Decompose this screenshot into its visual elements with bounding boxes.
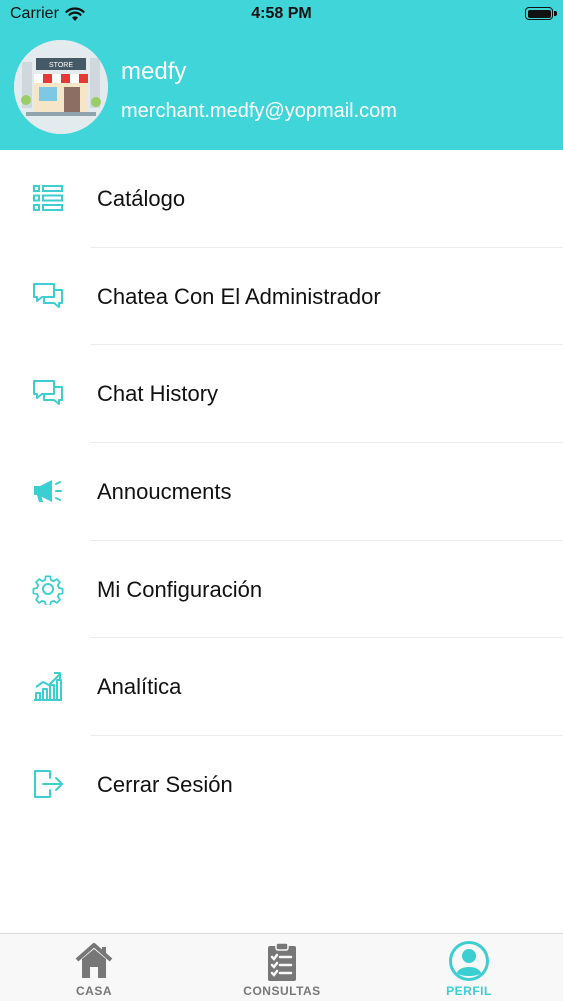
list-icon [33,185,63,211]
tab-label: PERFIL [446,984,492,998]
menu-item-label: Cerrar Sesión [97,772,233,798]
menu-item-chat-admin[interactable]: Chatea Con El Administrador [0,248,563,346]
tab-consultas[interactable]: CONSULTAS [188,934,376,1001]
analytics-icon [34,672,62,702]
battery-icon [525,7,557,20]
menu-item-announcements[interactable]: Annoucments [0,443,563,541]
avatar[interactable]: STORE [14,40,108,134]
tab-home[interactable]: CASA [0,934,188,1001]
menu-item-logout[interactable]: Cerrar Sesión [0,736,563,834]
megaphone-icon [34,480,62,503]
gear-icon [32,575,64,605]
profile-header: STORE medfy merchant.medfy@yopmail.com [0,30,563,150]
menu-item-label: Annoucments [97,479,232,505]
chat-icon [33,282,63,308]
store-icon: STORE [14,40,108,134]
menu-list: Catálogo Chatea Con El Administrador Cha… [0,150,563,834]
status-bar: Carrier 4:58 PM [0,0,563,30]
status-time: 4:58 PM [251,5,312,22]
tab-bar: CASA CONSULTAS PERFIL [0,933,563,1001]
tab-label: CONSULTAS [243,984,321,998]
tab-label: CASA [75,984,112,998]
menu-item-label: Catálogo [97,186,186,211]
profile-email: merchant.medfy@yopmail.com [121,100,397,122]
menu-item-analytics[interactable]: Analítica [0,638,563,737]
home-icon [75,943,113,978]
logout-icon [34,770,63,799]
menu-item-label: Chat History [97,381,219,407]
menu-item-settings[interactable]: Mi Configuración [0,541,563,639]
clipboard-icon [268,942,296,981]
menu-item-label: Chatea Con El Administrador [97,283,381,309]
menu-item-label: Analítica [97,674,182,700]
menu-item-catalog[interactable]: Catálogo [0,150,563,248]
menu-item-chat-history[interactable]: Chat History [0,345,563,444]
tab-profile[interactable]: PERFIL [375,934,563,1001]
chat-history-icon [33,380,63,406]
store-sign-text: STORE [49,62,73,69]
profile-icon [449,941,489,981]
menu-item-label: Mi Configuración [97,576,263,602]
profile-name: medfy [121,58,187,85]
